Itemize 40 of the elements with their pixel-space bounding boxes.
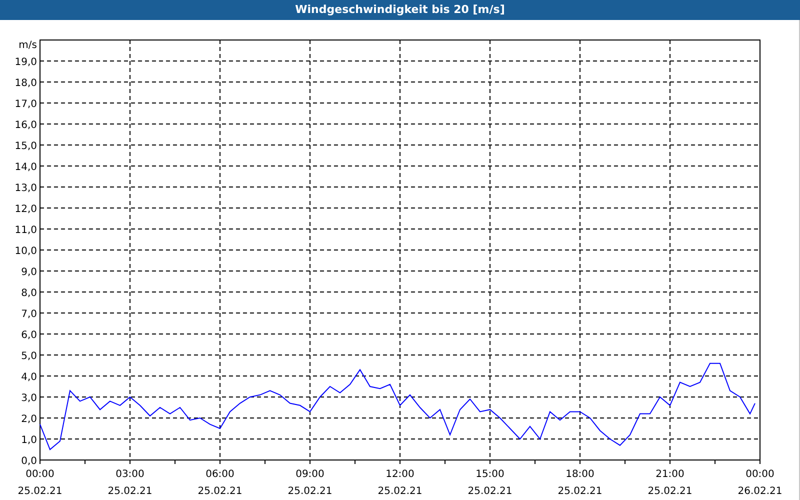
y-axis-label: 0,0 [21, 456, 37, 467]
y-axis-label: 6,0 [21, 330, 37, 341]
y-axis-label: 3,0 [21, 393, 37, 404]
y-axis-label: 8,0 [21, 288, 37, 299]
y-axis-label: 9,0 [21, 267, 37, 278]
date-label: 25.02.21 [288, 486, 332, 497]
y-axis-label: 18,0 [14, 78, 37, 89]
date-label: 25.02.21 [468, 486, 512, 497]
date-label: 25.02.21 [378, 486, 422, 497]
y-axis-label: 1,0 [21, 435, 37, 446]
x-axis-label: 12:00 [386, 469, 414, 480]
y-axis-label: 5,0 [21, 351, 37, 362]
y-axis-label: 17,0 [14, 99, 37, 110]
y-axis-label: 2,0 [21, 414, 37, 425]
x-axis-label: 00:00 [746, 469, 774, 480]
y-axis-label: 10,0 [14, 246, 37, 257]
date-label: 25.02.21 [18, 486, 62, 497]
y-axis-label: 15,0 [14, 141, 37, 152]
y-axis-label: 16,0 [14, 120, 37, 131]
date-label: 25.02.21 [648, 486, 692, 497]
x-axis-label: 06:00 [206, 469, 234, 480]
chart-title: Windgeschwindigkeit bis 20 [m/s] [295, 2, 505, 18]
date-label: 25.02.21 [198, 486, 242, 497]
x-axis-label: 00:00 [26, 469, 54, 480]
x-axis-label: 18:00 [566, 469, 594, 480]
y-axis-unit: m/s [18, 40, 37, 51]
x-axis-label: 03:00 [116, 469, 144, 480]
y-axis-label: 14,0 [14, 162, 37, 173]
x-axis-label: 21:00 [656, 469, 684, 480]
y-axis-label: 19,0 [14, 57, 37, 68]
y-axis-label: 7,0 [21, 309, 37, 320]
x-axis-label: 15:00 [476, 469, 504, 480]
date-label: 25.02.21 [558, 486, 602, 497]
date-label: 26.02.21 [738, 486, 782, 497]
y-axis-label: 4,0 [21, 372, 37, 383]
y-axis-label: 13,0 [14, 183, 37, 194]
x-axis-label: 09:00 [296, 469, 324, 480]
y-axis-label: 12,0 [14, 204, 37, 215]
date-label: 25.02.21 [108, 486, 152, 497]
y-axis-label: 11,0 [14, 225, 37, 236]
